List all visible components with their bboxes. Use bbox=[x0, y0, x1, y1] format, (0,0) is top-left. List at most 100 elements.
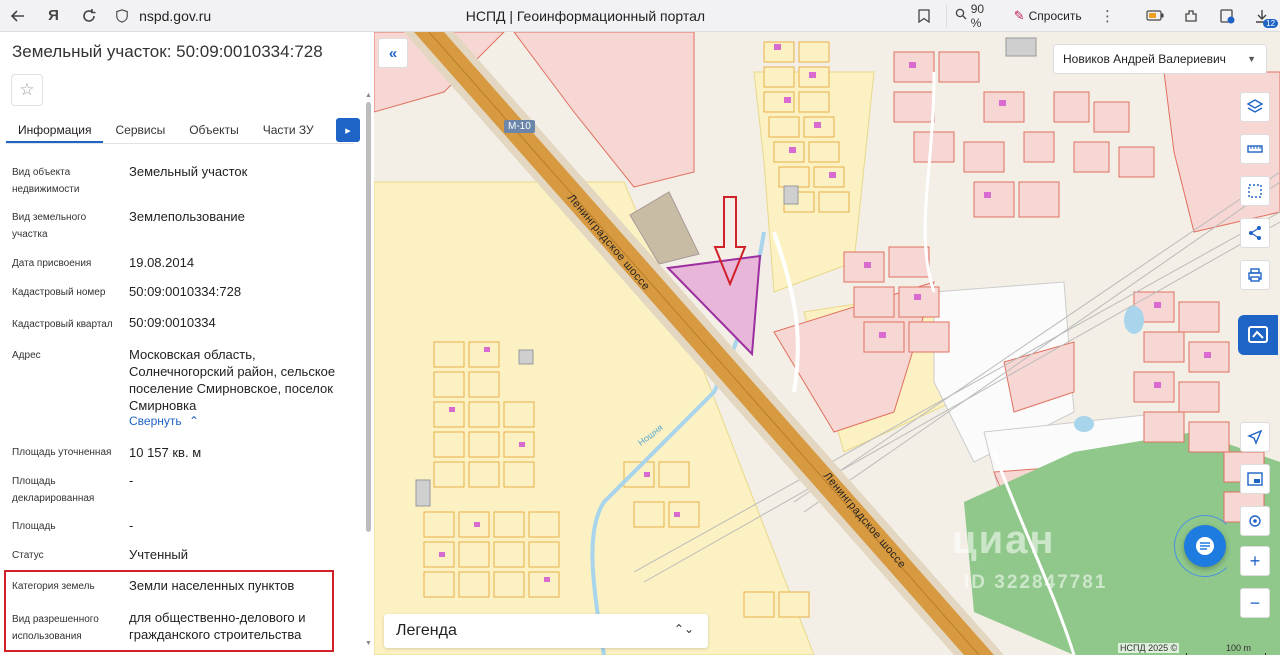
bookmark-icon[interactable] bbox=[912, 8, 936, 23]
url-text: nspd.gov.ru bbox=[139, 7, 212, 24]
geolocation-button[interactable] bbox=[1240, 506, 1270, 536]
label-cadastral-quarter: Кадастровый квартал bbox=[12, 319, 113, 330]
value-parcel-type: Землепользование bbox=[129, 209, 245, 224]
share-icon bbox=[1249, 226, 1261, 240]
address-bar[interactable]: nspd.gov.ru НСПД | Геоинформационный пор… bbox=[113, 4, 936, 28]
chat-button[interactable] bbox=[1184, 525, 1226, 567]
user-account-select[interactable]: Новиков Андрей Валериевич ▼ bbox=[1053, 44, 1267, 74]
legend-dropdown[interactable]: Легенда ⌃⌄ bbox=[384, 614, 708, 648]
printer-icon bbox=[1248, 268, 1262, 282]
browser-toolbar: Я nspd.gov.ru НСПД | Геоинформационный п… bbox=[0, 0, 1280, 32]
updown-chevron-icon: ⌃⌄ bbox=[673, 622, 694, 636]
extensions-icon[interactable] bbox=[1173, 0, 1209, 32]
tab-information[interactable]: Информация bbox=[6, 114, 104, 143]
value-area-refined: 10 157 кв. м bbox=[129, 445, 202, 460]
double-chevron-left-icon: « bbox=[388, 44, 398, 62]
navigation-arrow-icon bbox=[1247, 429, 1263, 445]
scroll-up-arrow-icon[interactable]: ▲ bbox=[365, 92, 372, 99]
value-area: - bbox=[129, 518, 134, 533]
tabs-scroll-right-button[interactable]: ▸ bbox=[336, 118, 360, 142]
chevron-up-icon: ⌃ bbox=[188, 414, 200, 428]
label-area-refined: Площадь уточненная bbox=[12, 447, 112, 458]
collapse-address-link[interactable]: Свернуть ⌃ bbox=[129, 414, 199, 428]
user-name: Новиков Андрей Валериевич bbox=[1063, 52, 1226, 66]
tab-services[interactable]: Сервисы bbox=[103, 114, 177, 143]
extension-panel-button[interactable] bbox=[1238, 315, 1278, 355]
locate-button[interactable] bbox=[1240, 422, 1270, 452]
area-select-icon bbox=[1248, 184, 1262, 198]
info-tabs: Информация Сервисы Объекты Части ЗУ Сост… bbox=[6, 114, 354, 144]
label-area-declared: Площадь декларированная bbox=[12, 476, 95, 504]
value-assign-date: 19.08.2014 bbox=[129, 255, 195, 270]
panel-scrollbar[interactable] bbox=[366, 102, 371, 532]
chat-icon bbox=[1196, 537, 1214, 555]
minimap-icon bbox=[1247, 472, 1263, 486]
yandex-button[interactable]: Я bbox=[36, 0, 72, 32]
ruler-button[interactable] bbox=[1240, 134, 1270, 164]
chevron-right-icon: ▸ bbox=[345, 124, 351, 137]
scroll-down-arrow-icon[interactable]: ▼ bbox=[365, 640, 372, 647]
reload-button[interactable] bbox=[71, 0, 107, 32]
downloads-icon[interactable] bbox=[1209, 0, 1245, 32]
layers-button[interactable] bbox=[1240, 92, 1270, 122]
zoom-magnifier-icon bbox=[955, 8, 967, 23]
ask-label: Спросить bbox=[1028, 8, 1082, 23]
scale-label: 100 m bbox=[1226, 643, 1252, 653]
document-check-icon bbox=[1248, 326, 1268, 343]
collapse-panel-button[interactable]: « bbox=[378, 38, 408, 68]
sparkle-icon: ✎ bbox=[1013, 7, 1025, 23]
ask-button[interactable]: ✎ Спросить bbox=[1006, 4, 1090, 28]
star-icon: ☆ bbox=[19, 80, 35, 99]
map-view[interactable]: М-10 Ленинградское шоссе Ленинградское ш… bbox=[374, 32, 1280, 655]
print-button[interactable] bbox=[1240, 260, 1270, 290]
value-object-type: Земельный участок bbox=[129, 164, 248, 179]
plus-icon: + bbox=[1249, 550, 1261, 571]
object-info-panel: Земельный участок: 50:09:0010334:728 ☆ И… bbox=[0, 32, 374, 655]
site-shield-icon bbox=[113, 7, 131, 25]
value-area-declared: - bbox=[129, 473, 134, 488]
ruler-icon bbox=[1247, 145, 1263, 153]
minimap-button[interactable] bbox=[1240, 464, 1270, 494]
legend-label: Легенда bbox=[396, 622, 457, 639]
caret-down-icon: ▼ bbox=[1247, 54, 1256, 64]
minus-icon: − bbox=[1249, 592, 1261, 613]
download-arrow-icon[interactable]: 12 bbox=[1244, 0, 1280, 32]
page-title-text: НСПД | Геоинформационный портал bbox=[465, 7, 706, 24]
value-cadastral-number: 50:09:0010334:728 bbox=[129, 284, 242, 299]
arrow-left-icon bbox=[10, 9, 24, 22]
label-object-type: Вид объекта недвижимости bbox=[12, 167, 80, 195]
zoom-indicator[interactable]: 90 % bbox=[945, 1, 1006, 30]
watermark-id-text: ID 322847781 bbox=[964, 572, 1108, 593]
more-menu-icon[interactable]: ⋮ bbox=[1090, 0, 1126, 32]
back-button[interactable] bbox=[0, 0, 36, 32]
favorite-star-button[interactable]: ☆ bbox=[11, 74, 43, 106]
label-parcel-type: Вид земельного участка bbox=[12, 212, 87, 240]
watermark-text: циан bbox=[952, 518, 1056, 562]
zoom-out-button[interactable]: − bbox=[1240, 588, 1270, 618]
tab-parts[interactable]: Части ЗУ bbox=[251, 114, 326, 143]
battery-icon[interactable] bbox=[1137, 0, 1173, 32]
reload-icon bbox=[83, 8, 96, 22]
road-code-label: М-10 bbox=[504, 120, 535, 133]
copyright-text: НСПД 2025 © bbox=[1118, 643, 1180, 653]
label-status: Статус bbox=[12, 550, 44, 561]
label-address: Адрес bbox=[12, 350, 41, 361]
collapse-label: Свернуть bbox=[129, 414, 182, 428]
value-status: Учтенный bbox=[129, 547, 189, 562]
label-cadastral-number: Кадастровый номер bbox=[12, 287, 106, 298]
share-button[interactable] bbox=[1240, 218, 1270, 248]
zoom-in-button[interactable]: + bbox=[1240, 546, 1270, 576]
zoom-value: 90 % bbox=[970, 1, 985, 30]
highlight-annotation-box bbox=[4, 570, 334, 652]
area-select-button[interactable] bbox=[1240, 176, 1270, 206]
tab-objects[interactable]: Объекты bbox=[177, 114, 251, 143]
red-arrow-annotation-icon bbox=[713, 196, 747, 286]
value-cadastral-quarter: 50:09:0010334 bbox=[129, 315, 216, 330]
label-area: Площадь bbox=[12, 521, 56, 532]
yandex-logo-icon: Я bbox=[48, 7, 59, 24]
panel-title: Земельный участок: 50:09:0010334:728 bbox=[12, 42, 323, 61]
location-target-icon bbox=[1249, 515, 1261, 527]
download-count-badge: 12 bbox=[1263, 18, 1279, 28]
layers-icon bbox=[1246, 99, 1264, 113]
value-address: Московская область, Солнечногорский райо… bbox=[129, 347, 336, 413]
